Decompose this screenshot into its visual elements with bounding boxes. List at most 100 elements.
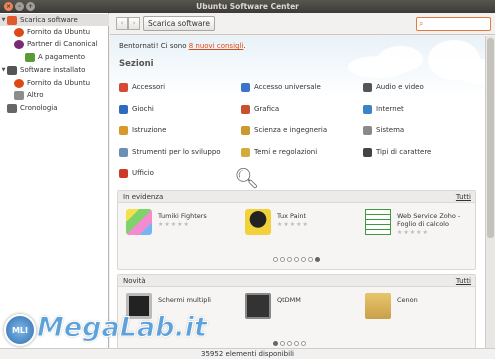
welcome-text: Bentornati! Ci sono [119,42,189,50]
app-tile[interactable]: Cenon [365,293,475,325]
category-label: Strumenti per lo sviluppo [132,148,221,156]
office-icon [119,168,128,178]
page-dot[interactable] [287,257,292,262]
history-icon [7,103,17,113]
watermark-badge: MLI [11,326,29,335]
sidebar-item[interactable]: ▼ Software installato [0,64,109,76]
category-graphics[interactable]: Grafica [241,103,279,115]
category-fonts[interactable]: Tipi di carattere [363,146,431,158]
fonts-icon [363,147,372,157]
app-name: Tumiki Fighters [158,212,207,220]
toolbar: ‹ › Scarica software ⌕ [110,13,495,35]
page-dot[interactable] [294,341,299,346]
app-tile[interactable]: Web Service Zoho - Foglio di calcolo ★★★★… [365,209,475,241]
category-accessories[interactable]: Accessori [119,81,165,93]
category-label: Audio e video [376,83,424,91]
package-icon [14,90,24,100]
page-dot[interactable] [273,257,278,262]
page-dot[interactable] [287,341,292,346]
sidebar-item-label: A pagamento [38,53,86,61]
recommendations-link[interactable]: 8 nuovi consigli [189,42,244,50]
app-rating-stars: ★★★★★ [158,221,190,228]
category-label: Istruzione [132,126,167,134]
new-all-link[interactable]: Tutti [456,277,471,285]
zoho-sheet-icon [365,209,391,235]
sidebar-item[interactable]: A pagamento [0,51,109,63]
sidebar-item[interactable]: Cronologia [0,102,109,114]
forward-button[interactable]: › [128,17,140,30]
breadcrumb[interactable]: Scarica software [143,16,215,31]
category-label: Scienza e ingegneria [254,126,328,134]
category-internet[interactable]: Internet [363,103,404,115]
sidebar-item-label: Fornito da Ubuntu [27,28,91,36]
sidebar-item[interactable]: Fornito da Ubuntu [0,26,109,38]
category-themes[interactable]: Temi e regolazioni [241,146,317,158]
page-indicator [273,257,320,262]
computer-icon [7,65,17,75]
page-dot[interactable] [273,341,278,346]
page-dot[interactable] [280,257,285,262]
new-title: Novità [123,277,146,285]
education-icon [119,125,128,135]
scrollbar-thumb[interactable] [487,38,494,238]
cenon-icon [365,293,391,319]
page-dot[interactable] [301,257,306,262]
search-box[interactable]: ⌕ [416,17,491,31]
category-label: Internet [376,105,404,113]
category-office[interactable]: Ufficio [119,167,154,179]
available-items-count: 35952 elementi disponibili [201,350,294,358]
sidebar-item[interactable]: ▼ Scarica software [0,14,109,26]
category-developer-tools[interactable]: Strumenti per lo sviluppo [119,146,221,158]
expander-arrow-icon[interactable]: ▼ [0,17,7,23]
expander-arrow-icon[interactable]: ▼ [0,67,7,73]
internet-icon [363,104,372,114]
page-dot[interactable] [294,257,299,262]
page-indicator [273,341,306,346]
sidebar-item[interactable]: Fornito da Ubuntu [0,77,109,89]
search-input[interactable] [428,19,488,29]
back-button[interactable]: ‹ [116,17,128,30]
app-tile[interactable]: Tux Paint ★★★★★ [245,209,355,241]
tumiki-fighters-icon [126,209,152,235]
page-dot[interactable] [308,257,313,262]
featured-panel: In evidenza Tutti Tumiki Fighters ★★★★★ Tu… [117,190,476,270]
category-label: Accesso universale [254,83,321,91]
status-bar: 35952 elementi disponibili [0,348,495,359]
cloud-decoration [378,46,423,72]
category-science[interactable]: Scienza e ingegneria [241,124,327,136]
welcome-message: Bentornati! Ci sono 8 nuovi consigli. [119,42,246,50]
megalab-logo-icon: MLI [4,314,36,346]
download-icon [7,15,17,25]
sidebar-item[interactable]: Partner di Canonical [0,38,109,50]
ubuntu-icon [14,27,24,37]
category-label: Ufficio [132,169,154,177]
app-tile[interactable]: Tumiki Fighters ★★★★★ [126,209,236,241]
page-dot[interactable] [301,341,306,346]
sections-heading: Sezioni [119,59,154,69]
category-universal-access[interactable]: Accesso universale [241,81,321,93]
page-dot[interactable] [280,341,285,346]
category-games[interactable]: Giochi [119,103,154,115]
title-bar: × – + Ubuntu Software Center [0,0,495,13]
main-content: Bentornati! Ci sono 8 nuovi consigli. Se… [110,36,485,348]
app-rating-stars: ★★★★★ [277,221,309,228]
page-dot[interactable] [315,257,320,262]
category-education[interactable]: Istruzione [119,124,166,136]
software-center-window: × – + Ubuntu Software Center ▼ Scarica so… [0,0,495,359]
canonical-icon [14,39,24,49]
developer-tools-icon [119,147,128,157]
app-tile[interactable]: QtDMM [245,293,355,325]
featured-all-link[interactable]: Tutti [456,193,471,201]
sidebar-item-label: Fornito da Ubuntu [27,79,91,87]
content-scrollbar[interactable] [485,36,495,348]
category-label: Tipi di carattere [376,148,432,156]
games-icon [119,104,128,114]
category-system[interactable]: Sistema [363,124,404,136]
watermark-text: MegaLab.it [37,312,208,344]
featured-title: In evidenza [123,193,164,201]
new-header: Novità Tutti [118,275,475,287]
category-audio-video[interactable]: Audio e video [363,81,424,93]
search-icon: ⌕ [419,19,424,28]
sidebar-item-label: Software installato [20,66,86,74]
sidebar-item[interactable]: Altro [0,89,109,101]
